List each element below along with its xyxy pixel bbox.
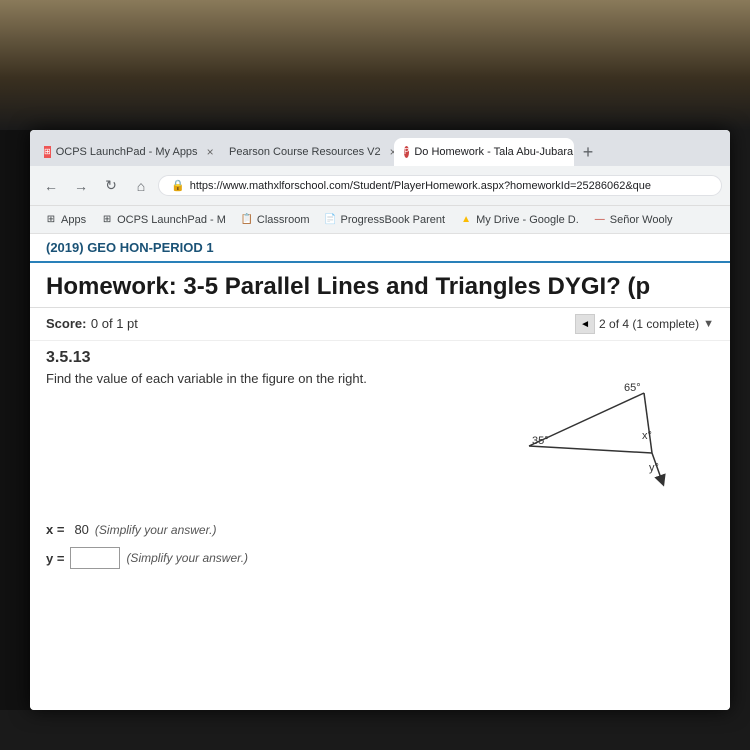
tab-ocps-close[interactable]: × <box>207 145 214 159</box>
ocps-icon: ⊞ <box>100 213 114 227</box>
period-header: (2019) GEO HON-PERIOD 1 <box>30 234 730 263</box>
tab-bar: ⊞ OCPS LaunchPad - My Apps × Pearson Cou… <box>30 130 730 166</box>
homework-title-text: Homework: 3-5 Parallel Lines and Triangl… <box>46 273 650 300</box>
forward-button[interactable]: → <box>68 173 94 199</box>
new-tab-button[interactable]: + <box>574 138 602 166</box>
bookmark-classroom[interactable]: 📋 Classroom <box>234 211 316 229</box>
prev-problem-button[interactable]: ◄ <box>575 314 595 334</box>
answer-row-y: y = (Simplify your answer.) <box>46 547 714 569</box>
browser-window: ⊞ OCPS LaunchPad - My Apps × Pearson Cou… <box>30 130 730 710</box>
bg-top <box>0 0 750 130</box>
bookmark-drive[interactable]: ▲ My Drive - Google D. <box>453 211 585 229</box>
tab-pearson-label: Pearson Course Resources V2 <box>229 146 381 158</box>
bookmark-progressbook-label: ProgressBook Parent <box>341 214 446 226</box>
score-row: Score: 0 of 1 pt ◄ 2 of 4 (1 complete) ▼ <box>30 308 730 341</box>
tab-mathxl-label: Do Homework - Tala Abu-Jubara <box>414 146 573 158</box>
score-label: Score: <box>46 316 86 331</box>
x-note: (Simplify your answer.) <box>95 523 217 537</box>
tab-mathxl-favicon: P <box>404 146 409 158</box>
bookmark-drive-label: My Drive - Google D. <box>476 214 579 226</box>
svg-text:y°: y° <box>649 462 659 474</box>
svg-text:35°: 35° <box>532 435 549 447</box>
address-bar[interactable]: 🔒 https://www.mathxlforschool.com/Studen… <box>158 175 722 196</box>
tab-ocps-label: OCPS LaunchPad - My Apps <box>56 146 198 158</box>
bookmark-classroom-label: Classroom <box>257 214 310 226</box>
progress-dropdown[interactable]: ▼ <box>703 318 714 330</box>
problem-nav: ◄ 2 of 4 (1 complete) ▼ <box>575 314 714 334</box>
back-button[interactable]: ← <box>38 173 64 199</box>
answer-row-x: x = 80 (Simplify your answer.) <box>46 522 714 537</box>
tab-mathxl[interactable]: P Do Homework - Tala Abu-Jubara × <box>394 138 574 166</box>
apps-grid-icon: ⊞ <box>44 213 58 227</box>
bookmark-ocps-label: OCPS LaunchPad - M <box>117 214 226 226</box>
page-content: (2019) GEO HON-PERIOD 1 Homework: 3-5 Pa… <box>30 234 730 710</box>
classroom-icon: 📋 <box>240 213 254 227</box>
period-header-text: (2019) GEO HON-PERIOD 1 <box>46 240 214 255</box>
drive-icon: ▲ <box>459 213 473 227</box>
tab-pearson[interactable]: Pearson Course Resources V2 × <box>214 138 394 166</box>
bookmark-senor-label: Señor Wooly <box>610 214 673 226</box>
bookmark-senor[interactable]: — Señor Wooly <box>587 211 679 229</box>
bookmarks-bar: ⊞ Apps ⊞ OCPS LaunchPad - M 📋 Classroom … <box>30 206 730 234</box>
homework-title: Homework: 3-5 Parallel Lines and Triangl… <box>30 263 730 308</box>
bookmark-ocps[interactable]: ⊞ OCPS LaunchPad - M <box>94 211 232 229</box>
x-value: 80 <box>74 522 88 537</box>
score-display: Score: 0 of 1 pt <box>46 315 138 333</box>
triangle-figure: 65° 35° x° y° <box>494 371 694 501</box>
figure-area: 65° 35° x° y° <box>494 371 714 506</box>
bookmark-progressbook[interactable]: 📄 ProgressBook Parent <box>318 211 452 229</box>
home-button[interactable]: ⌂ <box>128 173 154 199</box>
progressbook-icon: 📄 <box>324 213 338 227</box>
y-note: (Simplify your answer.) <box>126 551 248 565</box>
senor-icon: — <box>593 213 607 227</box>
refresh-button[interactable]: ↻ <box>98 173 124 199</box>
bookmark-apps-label: Apps <box>61 214 86 226</box>
x-label: x = <box>46 522 64 537</box>
progress-text: 2 of 4 (1 complete) <box>599 317 699 331</box>
svg-text:x°: x° <box>642 430 652 442</box>
problem-number: 3.5.13 <box>30 341 730 371</box>
answer-area: x = 80 (Simplify your answer.) y = (Simp… <box>30 514 730 595</box>
address-text: https://www.mathxlforschool.com/Student/… <box>190 180 651 192</box>
score-value: 0 of 1 pt <box>91 316 138 331</box>
problem-instruction-text: Find the value of each variable in the f… <box>46 371 367 386</box>
nav-bar: ← → ↻ ⌂ 🔒 https://www.mathxlforschool.co… <box>30 166 730 206</box>
lock-icon: 🔒 <box>171 179 185 192</box>
y-input[interactable] <box>70 547 120 569</box>
problem-instruction: Find the value of each variable in the f… <box>46 371 494 386</box>
problem-number-text: 3.5.13 <box>46 349 90 366</box>
y-label: y = <box>46 551 64 566</box>
tab-ocps[interactable]: ⊞ OCPS LaunchPad - My Apps × <box>34 138 214 166</box>
tab-ocps-favicon: ⊞ <box>44 146 51 158</box>
svg-text:65°: 65° <box>624 382 641 394</box>
bg-left <box>0 130 30 710</box>
bookmark-apps[interactable]: ⊞ Apps <box>38 211 92 229</box>
